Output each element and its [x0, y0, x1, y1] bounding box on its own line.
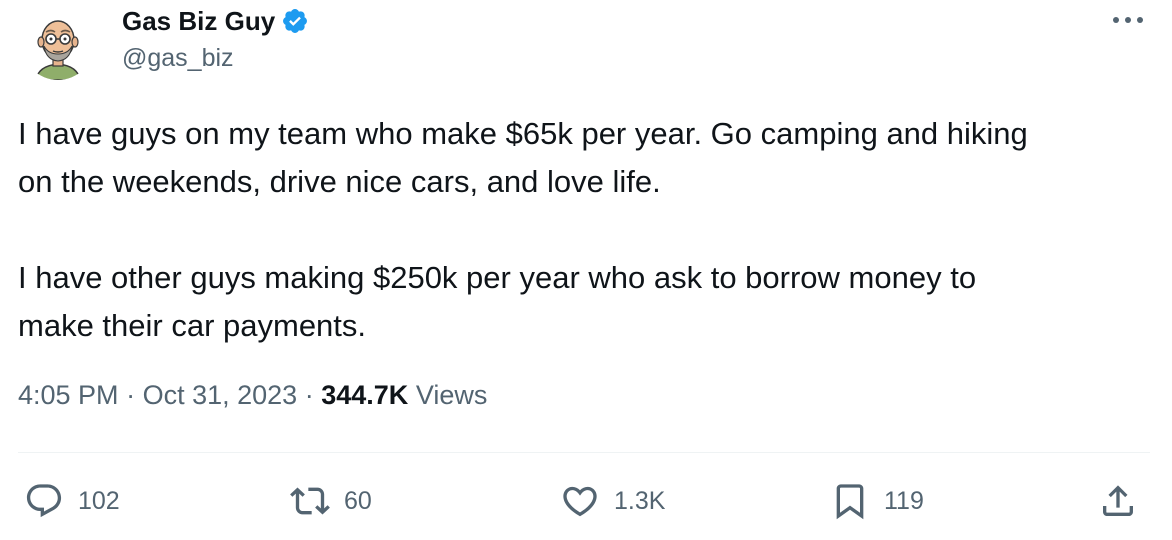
reply-button[interactable]: 102	[24, 476, 120, 526]
tweet-paragraph: I have guys on my team who make $65k per…	[18, 110, 1158, 206]
divider	[18, 452, 1150, 453]
tweet-metadata: 4:05 PM · Oct 31, 2023 · 344.7K Views	[18, 380, 487, 411]
repost-button[interactable]: 60	[290, 476, 372, 526]
bookmark-button[interactable]: 119	[830, 476, 924, 526]
reply-count: 102	[78, 486, 120, 515]
like-button[interactable]: 1.3K	[560, 476, 665, 526]
bookmark-icon	[836, 484, 864, 520]
more-options-button[interactable]	[1108, 6, 1148, 34]
tweet-line: I have other guys making $250k per year …	[18, 260, 977, 295]
tweet-header: Gas Biz Guy @gas_biz	[122, 2, 309, 73]
author-display-name[interactable]: Gas Biz Guy	[122, 6, 275, 37]
tweet-date[interactable]: Oct 31, 2023	[143, 380, 298, 410]
verified-badge-icon[interactable]	[281, 7, 309, 35]
avatar[interactable]	[22, 8, 94, 80]
tweet-text: I have guys on my team who make $65k per…	[18, 110, 1158, 350]
views-count: 344.7K	[321, 380, 409, 410]
views-label: Views	[415, 380, 488, 410]
author-handle[interactable]: @gas_biz	[122, 44, 309, 73]
share-icon	[1103, 485, 1133, 516]
repost-icon	[290, 487, 330, 515]
meta-separator: ·	[126, 380, 136, 410]
tweet-line: make their car payments.	[18, 308, 367, 343]
name-row: Gas Biz Guy	[122, 2, 309, 40]
tweet-line: I have guys on my team who make $65k per…	[18, 116, 1028, 151]
tweet-time[interactable]: 4:05 PM	[18, 380, 119, 410]
bookmark-count: 119	[884, 486, 924, 515]
reply-icon	[26, 484, 62, 518]
avatar-icon	[22, 8, 94, 80]
tweet-card: Gas Biz Guy @gas_biz I have guys on my t…	[0, 0, 1172, 540]
action-bar: 102 60 1.3K 119	[0, 476, 1172, 526]
tweet-paragraph: I have other guys making $250k per year …	[18, 254, 1158, 350]
like-count: 1.3K	[614, 486, 666, 515]
heart-icon	[563, 486, 597, 517]
tweet-line: on the weekends, drive nice cars, and lo…	[18, 164, 661, 199]
repost-count: 60	[344, 486, 372, 515]
share-button[interactable]	[1098, 476, 1138, 526]
more-horizontal-icon	[1113, 17, 1143, 23]
meta-separator: ·	[304, 380, 314, 410]
